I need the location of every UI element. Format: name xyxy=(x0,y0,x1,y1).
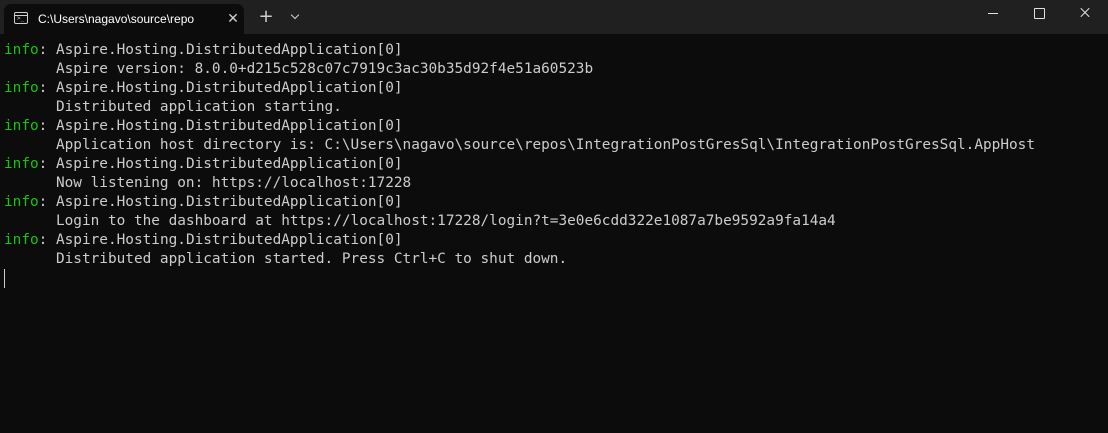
log-level: info xyxy=(4,118,39,134)
log-level: info xyxy=(4,232,39,248)
log-source: Aspire.Hosting.DistributedApplication[0] xyxy=(55,194,403,210)
log-separator: : xyxy=(38,156,56,172)
log-header-line: info: Aspire.Hosting.DistributedApplicat… xyxy=(4,117,1104,136)
log-message-line: Now listening on: https://localhost:1722… xyxy=(4,174,1104,193)
terminal-output[interactable]: info: Aspire.Hosting.DistributedApplicat… xyxy=(4,41,1104,429)
log-header-line: info: Aspire.Hosting.DistributedApplicat… xyxy=(4,231,1104,250)
log-header-line: info: Aspire.Hosting.DistributedApplicat… xyxy=(4,79,1104,98)
log-message-line: Application host directory is: C:\Users\… xyxy=(4,136,1104,155)
log-level: info xyxy=(4,80,39,96)
log-separator: : xyxy=(38,232,56,248)
chevron-down-icon[interactable] xyxy=(284,6,306,28)
log-message: Distributed application started. Press C… xyxy=(55,251,568,267)
log-message: Login to the dashboard at https://localh… xyxy=(55,213,836,229)
log-message-line: Distributed application started. Press C… xyxy=(4,250,1104,269)
terminal-tab[interactable]: >_ C:\Users\nagavo\source\repo ✕ xyxy=(4,4,244,34)
maximize-button[interactable] xyxy=(1016,0,1062,30)
log-header-line: info: Aspire.Hosting.DistributedApplicat… xyxy=(4,155,1104,174)
log-message-line: Aspire version: 8.0.0+d215c528c07c7919c3… xyxy=(4,60,1104,79)
log-header-line: info: Aspire.Hosting.DistributedApplicat… xyxy=(4,193,1104,212)
log-separator: : xyxy=(38,80,56,96)
close-tab-icon[interactable]: ✕ xyxy=(225,11,241,27)
log-header-line: info: Aspire.Hosting.DistributedApplicat… xyxy=(4,41,1104,60)
terminal-icon: >_ xyxy=(14,12,28,24)
prompt-line[interactable] xyxy=(4,269,1104,288)
log-message: Now listening on: https://localhost:1722… xyxy=(55,175,412,191)
log-message-line: Distributed application starting. xyxy=(4,98,1104,117)
log-level: info xyxy=(4,156,39,172)
terminal-window: >_ C:\Users\nagavo\source\repo ✕ + info:… xyxy=(0,0,1108,433)
log-level: info xyxy=(4,42,39,58)
log-separator: : xyxy=(38,42,56,58)
close-window-button[interactable] xyxy=(1062,0,1108,30)
minimize-button[interactable] xyxy=(970,0,1016,30)
log-message: Aspire version: 8.0.0+d215c528c07c7919c3… xyxy=(55,61,594,77)
log-source: Aspire.Hosting.DistributedApplication[0] xyxy=(55,80,403,96)
log-source: Aspire.Hosting.DistributedApplication[0] xyxy=(55,232,403,248)
text-cursor xyxy=(4,269,5,288)
log-message: Distributed application starting. xyxy=(55,99,342,115)
log-level: info xyxy=(4,194,39,210)
new-tab-button[interactable]: + xyxy=(255,6,277,28)
log-source: Aspire.Hosting.DistributedApplication[0] xyxy=(55,156,403,172)
log-separator: : xyxy=(38,118,56,134)
log-source: Aspire.Hosting.DistributedApplication[0] xyxy=(55,42,403,58)
tab-title: C:\Users\nagavo\source\repo xyxy=(38,12,195,26)
log-separator: : xyxy=(38,194,56,210)
log-message-line: Login to the dashboard at https://localh… xyxy=(4,212,1104,231)
terminal-icon-prompt: >_ xyxy=(17,15,25,22)
log-message: Application host directory is: C:\Users\… xyxy=(55,137,1035,153)
title-bar: >_ C:\Users\nagavo\source\repo ✕ + xyxy=(0,0,1108,34)
log-source: Aspire.Hosting.DistributedApplication[0] xyxy=(55,118,403,134)
